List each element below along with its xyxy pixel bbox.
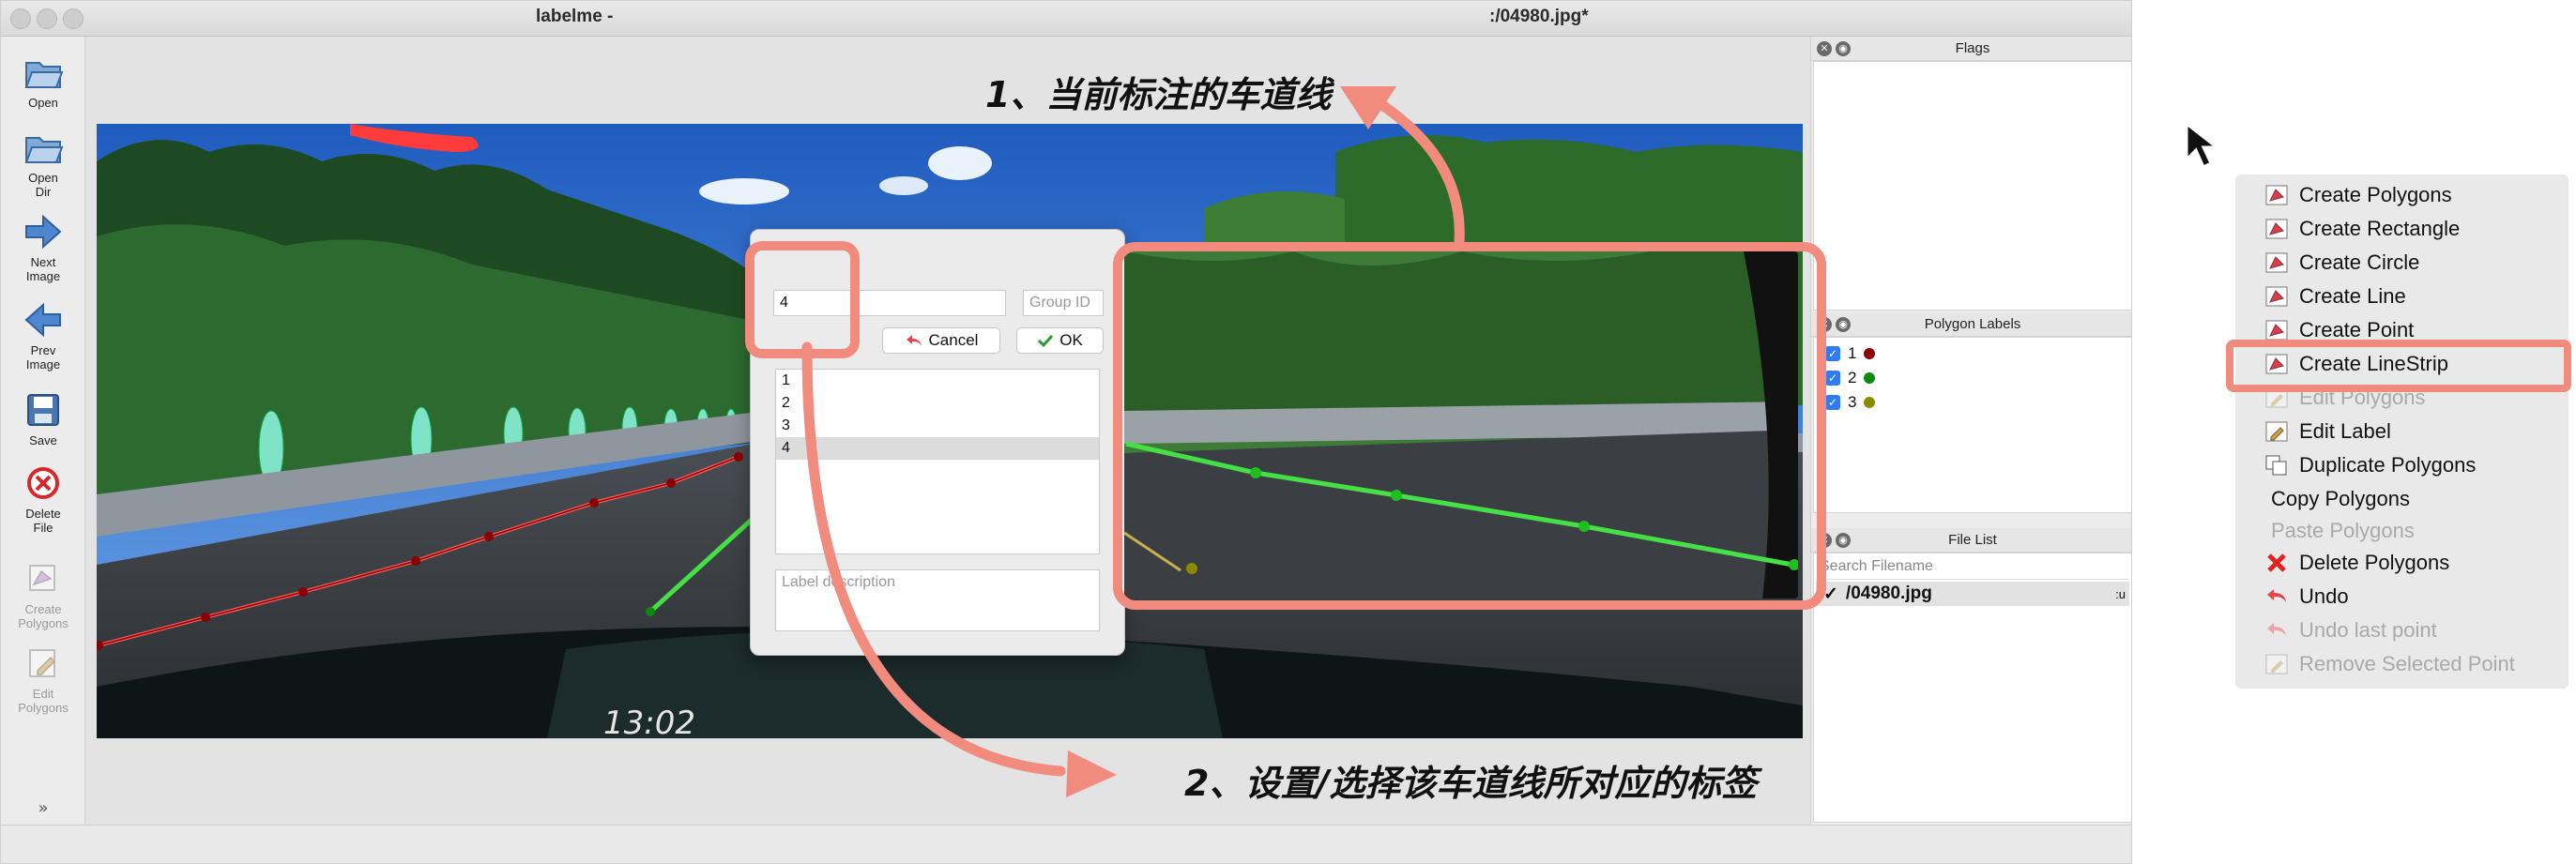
menu-item-label: Delete Polygons xyxy=(2299,551,2450,574)
menu-item-copy-polygons[interactable]: Copy Polygons xyxy=(2235,482,2568,516)
menu-item-label: Duplicate Polygons xyxy=(2299,453,2477,477)
create-point-icon xyxy=(2265,320,2288,341)
callout-current-lane: 1、当前标注的车道线 xyxy=(985,74,1332,115)
menu-item-label: Create Polygons xyxy=(2299,183,2452,206)
menu-item-delete-polygons[interactable]: Delete Polygons xyxy=(2235,546,2568,580)
menu-item-create-rectangle[interactable]: Create Rectangle xyxy=(2235,212,2568,246)
menu-item-label: Create Line xyxy=(2299,284,2406,308)
menu-item-undo[interactable]: Undo xyxy=(2235,580,2568,614)
arrow-head-icon xyxy=(1066,750,1117,797)
copy-icon xyxy=(2265,455,2287,476)
menu-item-duplicate-polygons[interactable]: Duplicate Polygons xyxy=(2235,448,2568,482)
mouse-cursor-icon xyxy=(2185,122,2221,170)
create-rectangle-icon xyxy=(2265,219,2288,239)
menu-item-label: Undo xyxy=(2299,584,2349,608)
menu-item-label: Paste Polygons xyxy=(2271,519,2415,542)
edit-label-icon xyxy=(2265,421,2288,442)
undo-icon xyxy=(2267,623,2286,636)
create-linestrip-highlight-box xyxy=(2226,340,2571,392)
menu-item-label: Create Rectangle xyxy=(2299,217,2461,240)
canvas-context-menu: Create Polygons Create Rectangle Create … xyxy=(2235,174,2568,689)
delete-icon xyxy=(2267,553,2286,572)
menu-item-label: Copy Polygons xyxy=(2271,487,2410,510)
create-polygon-icon xyxy=(2265,185,2288,205)
menu-item-paste-polygons[interactable]: Paste Polygons xyxy=(2235,514,2568,548)
menu-item-create-line[interactable]: Create Line xyxy=(2235,280,2568,313)
create-line-icon xyxy=(2265,286,2288,307)
menu-item-create-circle[interactable]: Create Circle xyxy=(2235,246,2568,280)
callout-set-label: 2、设置/选择该车道线所对应的标签 xyxy=(1184,763,1758,804)
menu-item-label: Undo last point xyxy=(2299,618,2437,642)
menu-item-edit-label[interactable]: Edit Label xyxy=(2235,415,2568,448)
menu-item-create-polygons[interactable]: Create Polygons xyxy=(2235,178,2568,212)
undo-icon xyxy=(2267,589,2286,602)
menu-item-undo-last-point[interactable]: Undo last point xyxy=(2235,614,2568,647)
menu-item-label: Remove Selected Point xyxy=(2299,652,2515,675)
edit-icon xyxy=(2265,654,2288,675)
create-circle-icon xyxy=(2265,252,2288,273)
menu-item-label: Edit Label xyxy=(2299,419,2391,443)
menu-item-remove-selected-point[interactable]: Remove Selected Point xyxy=(2235,647,2568,681)
menu-item-label: Create Circle xyxy=(2299,250,2420,274)
